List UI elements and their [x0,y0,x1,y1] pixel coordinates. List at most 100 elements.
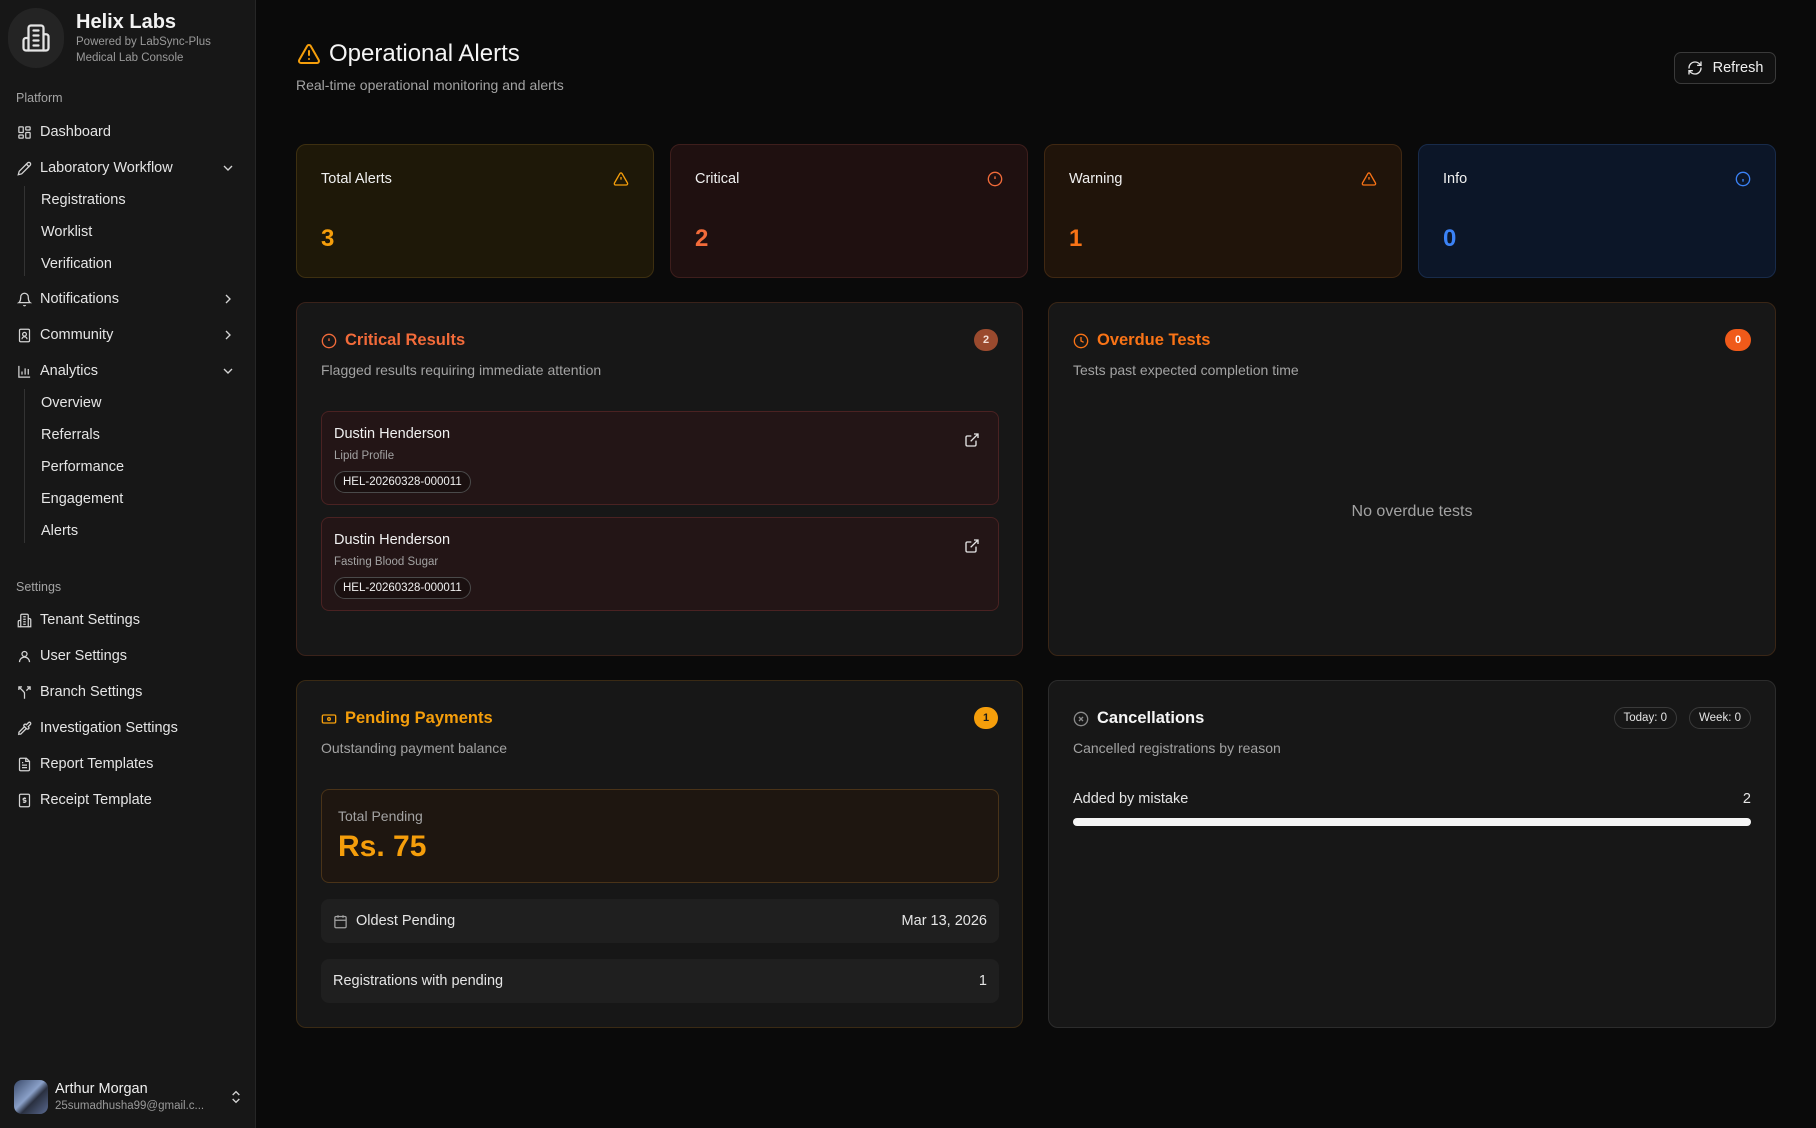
oldest-pending-row: Oldest Pending Mar 13, 2026 [321,899,999,943]
user-email: 25sumadhusha99@gmail.c... [55,1100,205,1112]
stat-label: Critical [695,171,740,187]
main-content: Operational Alerts Real-time operational… [257,0,1816,1128]
sidebar-item-label: Receipt Template [40,792,152,808]
card-title: Cancellations [1073,709,1204,728]
count-badge: 1 [974,707,998,729]
sidebar-item-label: Investigation Settings [40,720,178,736]
cancellations-card: Cancellations Today: 0 Week: 0 Cancelled… [1048,680,1776,1028]
page-subtitle: Real-time operational monitoring and ale… [296,77,564,93]
sidebar-item-receipt-template[interactable]: Receipt Template [16,786,240,814]
oldest-pending-value: Mar 13, 2026 [901,913,987,929]
registrations-pending-value: 1 [978,973,987,989]
submenu-line [24,186,25,276]
user-menu[interactable]: Arthur Morgan 25sumadhusha99@gmail.c... [14,1078,244,1116]
avatar [14,1080,48,1114]
card-description: Flagged results requiring immediate atte… [321,362,602,378]
external-link-icon[interactable] [964,432,980,448]
stat-value: 3 [321,225,335,252]
critical-result-item[interactable]: Dustin Henderson Lipid Profile HEL-20260… [321,411,999,505]
warning-triangle-icon [613,172,629,186]
settings-group-label: Settings [16,580,62,594]
sidebar-item-label: Report Templates [40,756,154,772]
patient-name: Dustin Henderson [334,532,451,548]
building-logo-icon [8,8,64,68]
registrations-pending-label: Registrations with pending [333,973,504,989]
refresh-button[interactable]: Refresh [1674,52,1776,84]
sidebar-subitem-registrations[interactable]: Registrations [41,187,126,213]
sidebar-item-investigation-settings[interactable]: Investigation Settings [16,714,240,742]
submenu-line [24,389,25,543]
sidebar-item-laboratory-workflow[interactable]: Laboratory Workflow [16,154,240,182]
brand-name: Helix Labs [76,11,177,33]
sidebar-item-branch-settings[interactable]: Branch Settings [16,678,240,706]
warning-triangle-icon [297,44,320,64]
card-title-text: Pending Payments [345,709,493,727]
chevrons-up-down-icon [232,1090,240,1104]
sidebar-item-user-settings[interactable]: User Settings [16,642,240,670]
sidebar-item-label: Dashboard [40,124,111,140]
page-title: Operational Alerts [297,40,520,68]
contacts-icon [16,327,32,343]
stat-card-warning: Warning 1 [1044,144,1402,278]
oldest-pending-label: Oldest Pending [356,913,456,929]
brand-console: Medical Lab Console [76,52,184,64]
registration-id-badge: HEL-20260328-000011 [334,471,471,493]
page-heading: Operational Alerts [329,40,520,67]
sidebar-item-tenant-settings[interactable]: Tenant Settings [16,606,240,634]
document-icon [16,756,32,772]
stat-value: 0 [1443,225,1457,252]
sidebar-item-analytics[interactable]: Analytics [16,357,240,385]
stat-card-total-alerts: Total Alerts 3 [296,144,654,278]
patient-name: Dustin Henderson [334,426,451,442]
sidebar-subitem-performance[interactable]: Performance [41,454,124,480]
sidebar: Helix Labs Powered by LabSync-Plus Medic… [0,0,256,1128]
building-icon [16,612,32,628]
sidebar-subitem-referrals[interactable]: Referrals [41,422,100,448]
sidebar-item-label: Notifications [40,291,119,307]
stat-label: Total Alerts [321,171,392,187]
empty-state-text: No overdue tests [1351,503,1473,520]
total-pending-box: Total Pending Rs. 75 [321,789,999,883]
total-pending-label: Total Pending [338,808,423,824]
calendar-icon [334,914,347,928]
sidebar-subitem-worklist[interactable]: Worklist [41,219,92,245]
card-title: Pending Payments [321,709,493,728]
sidebar-item-label: Tenant Settings [40,612,140,628]
card-title-text: Overdue Tests [1097,331,1211,349]
critical-results-card: Critical Results 2 Flagged results requi… [296,302,1023,656]
sidebar-subitem-overview[interactable]: Overview [41,390,101,416]
sidebar-subitem-engagement[interactable]: Engagement [41,486,123,512]
platform-group-label: Platform [16,91,63,105]
today-count-badge: Today: 0 [1613,707,1677,729]
reason-label: Added by mistake [1073,791,1189,807]
info-icon [1735,171,1751,187]
sidebar-subitem-verification[interactable]: Verification [41,251,112,277]
sidebar-item-community[interactable]: Community [16,321,240,349]
count-badge: 2 [974,329,998,351]
refresh-label: Refresh [1712,60,1764,76]
sidebar-item-label: User Settings [40,648,128,664]
pencil-icon [16,160,32,176]
card-title: Critical Results [321,331,465,350]
card-title-text: Cancellations [1097,709,1205,727]
critical-result-item[interactable]: Dustin Henderson Fasting Blood Sugar HEL… [321,517,999,611]
external-link-icon[interactable] [964,538,980,554]
stat-label: Info [1443,171,1468,187]
card-description: Outstanding payment balance [321,740,508,756]
reason-count: 2 [1742,791,1751,807]
alert-circle-icon [987,171,1003,187]
reason-progress-fill [1073,818,1751,826]
sidebar-item-dashboard[interactable]: Dashboard [16,118,240,146]
sidebar-item-report-templates[interactable]: Report Templates [16,750,240,778]
overdue-tests-card: Overdue Tests 0 Tests past expected comp… [1048,302,1776,656]
card-title: Overdue Tests [1073,331,1210,350]
registration-id-badge: HEL-20260328-000011 [334,577,471,599]
user-icon [16,648,32,664]
test-name: Fasting Blood Sugar [334,556,439,568]
brand[interactable]: Helix Labs Powered by LabSync-Plus Medic… [8,8,211,68]
sidebar-item-notifications[interactable]: Notifications [16,285,240,313]
sidebar-item-label: Analytics [40,363,99,379]
week-count-badge: Week: 0 [1689,707,1751,729]
sidebar-subitem-alerts[interactable]: Alerts [41,518,78,544]
banknote-icon [321,713,337,724]
